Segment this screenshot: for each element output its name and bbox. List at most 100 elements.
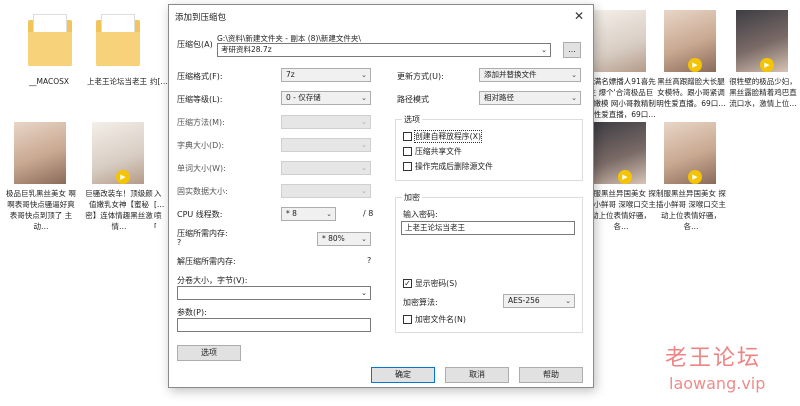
method-label: 压缩方法(M): bbox=[177, 118, 225, 127]
delete-after-checkbox[interactable]: 操作完成后删除源文件 bbox=[403, 161, 493, 172]
help-button[interactable]: 帮助 bbox=[519, 367, 583, 383]
video-thumbnail: ▶ bbox=[594, 122, 646, 184]
video-thumbnail: ▶ bbox=[92, 122, 144, 184]
tile-caption: 制服黑丝异国美女 探插小鲜哥 深喉口交主动上位表情好骚，各… bbox=[586, 189, 656, 231]
video-thumbnail: ▶ bbox=[736, 10, 788, 72]
cancel-button[interactable]: 取消 bbox=[445, 367, 509, 383]
tile-caption: __MACOSX bbox=[28, 77, 69, 86]
archive-name-combobox[interactable]: 考研资料28.7z ⌄ bbox=[217, 43, 551, 57]
explorer-tile[interactable]: 上老王论坛当老王 bbox=[82, 6, 152, 116]
play-icon: ▶ bbox=[116, 170, 130, 184]
archive-name-value: 考研资料28.7z bbox=[221, 45, 272, 54]
explorer-tile[interactable]: ▶ 很牲壁的极品少妇，黑丝露脸精着鸡巴直流口水，激情上位… bbox=[728, 6, 798, 116]
create-sfx-label: 创建自释放程序(X) bbox=[413, 130, 483, 143]
tile-caption: 露满名嫖播人91喜先生 爆个'合湾极品巨乳嫩模 网小哥教精制明性爱直播，69口… bbox=[586, 77, 656, 119]
password-value: 上老王论坛当老王 bbox=[405, 223, 465, 232]
path-mode-select[interactable]: 相对路径 ⌄ bbox=[479, 91, 581, 105]
update-select[interactable]: 添加并替换文件 ⌄ bbox=[479, 68, 581, 82]
browse-button[interactable]: ... bbox=[563, 42, 581, 58]
tile-caption: 极品巨乳黑丝美女 啊啊表哥快点骚逼好爽 表哥快点到顶了 主动… bbox=[6, 189, 76, 231]
format-label: 压缩格式(F): bbox=[177, 72, 223, 81]
solid-select: ⌄ bbox=[281, 184, 371, 198]
compress-shared-label: 压缩共享文件 bbox=[415, 147, 462, 156]
explorer-tile[interactable]: ▶ 巨骚改装车！顶级颜值嫩乳女神【蜜秘密】连体情趣黑丝激情… bbox=[84, 118, 154, 231]
split-combobox[interactable]: ⌄ bbox=[177, 286, 371, 300]
play-icon: ▶ bbox=[760, 58, 774, 72]
close-icon[interactable]: ✕ bbox=[571, 8, 587, 24]
method-select: ⌄ bbox=[281, 115, 371, 129]
chevron-down-icon: ⌄ bbox=[361, 94, 367, 102]
tile-caption: 黑丝高跟蹭脸大长腿女模特。跟小哥紧调明性爱直播。69口… bbox=[656, 77, 726, 108]
encryption-method-select[interactable]: AES-256 ⌄ bbox=[503, 294, 575, 308]
decompress-memory-value: ? bbox=[367, 256, 372, 265]
password-input[interactable]: 上老王论坛当老王 bbox=[401, 221, 575, 235]
play-icon: ▶ bbox=[688, 170, 702, 184]
password-label: 输入密码: bbox=[403, 210, 438, 219]
checkbox-box[interactable] bbox=[403, 315, 412, 324]
decompress-memory-label: 解压缩所需内存: bbox=[177, 257, 236, 266]
threads-total: / 8 bbox=[363, 209, 374, 218]
checkmark-icon[interactable]: ✓ bbox=[403, 279, 412, 288]
checkbox-box[interactable] bbox=[403, 147, 412, 156]
threads-value: * 8 bbox=[286, 209, 297, 218]
level-label: 压缩等级(L): bbox=[177, 95, 223, 104]
explorer-tile[interactable]: 极品巨乳黑丝美女 啊啊表哥快点骚逼好爽 表哥快点到顶了 主动… bbox=[6, 118, 76, 231]
chevron-down-icon: ⌄ bbox=[571, 71, 577, 79]
encryption-method-value: AES-256 bbox=[508, 296, 540, 305]
tile-caption: 制服黑丝异国美女 探插小鲜哥 深喉口交主动上位表情好骚，各… bbox=[656, 189, 726, 231]
dict-select: ⌄ bbox=[281, 138, 371, 152]
encryption-group-title: 加密 bbox=[402, 192, 422, 203]
chevron-down-icon: ⌄ bbox=[361, 118, 367, 126]
watermark-text: 老王论坛 bbox=[665, 346, 762, 371]
level-value: 0 - 仅存储 bbox=[286, 93, 321, 102]
encrypt-filenames-label: 加密文件名(N) bbox=[415, 315, 466, 324]
dialog-titlebar[interactable]: 添加到压缩包 ✕ bbox=[169, 5, 593, 27]
memory-select[interactable]: * 80% ⌄ bbox=[317, 232, 371, 246]
tile-caption: 很牲壁的极品少妇，黑丝露脸精着鸡巴直流口水，激情上位… bbox=[729, 77, 797, 108]
explorer-tile[interactable]: ▶ 制服黑丝异国美女 探插小鲜哥 深喉口交主动上位表情好骚，各… bbox=[656, 118, 726, 231]
explorer-tile[interactable]: ▶ 制服黑丝异国美女 探插小鲜哥 深喉口交主动上位表情好骚，各… bbox=[586, 118, 656, 231]
watermark-url: laowang.vip bbox=[669, 374, 766, 393]
solid-label: 固实数据大小: bbox=[177, 187, 228, 196]
show-password-checkbox[interactable]: ✓ 显示密码(S) bbox=[403, 278, 457, 289]
compress-shared-checkbox[interactable]: 压缩共享文件 bbox=[403, 146, 462, 157]
format-value: 7z bbox=[286, 70, 295, 79]
params-label: 参数(P): bbox=[177, 308, 207, 317]
chevron-down-icon: ⌄ bbox=[361, 141, 367, 149]
chevron-down-icon: ⌄ bbox=[326, 210, 332, 218]
folder-icon bbox=[96, 14, 140, 66]
explorer-tile[interactable]: __MACOSX bbox=[14, 6, 84, 116]
options-button[interactable]: 选项 bbox=[177, 345, 241, 361]
chevron-down-icon: ⌄ bbox=[361, 164, 367, 172]
level-select[interactable]: 0 - 仅存储 ⌄ bbox=[281, 91, 371, 105]
add-to-archive-dialog: 添加到压缩包 ✕ 压缩包(A) G:\资料\新建文件夹 - 副本 (8)\新建文… bbox=[168, 4, 594, 388]
update-label: 更新方式(U): bbox=[397, 72, 444, 81]
delete-after-label: 操作完成后删除源文件 bbox=[415, 162, 493, 171]
ok-button[interactable]: 确定 bbox=[371, 367, 435, 383]
word-label: 单词大小(W): bbox=[177, 164, 226, 173]
checkbox-box[interactable] bbox=[403, 132, 412, 141]
video-thumbnail: ▶ bbox=[664, 122, 716, 184]
format-select[interactable]: 7z ⌄ bbox=[281, 68, 371, 82]
video-thumbnail bbox=[14, 122, 66, 184]
video-thumbnail bbox=[594, 10, 646, 72]
chevron-down-icon: ⌄ bbox=[361, 71, 367, 79]
explorer-tile[interactable]: 约[… bbox=[150, 6, 170, 116]
explorer-tile[interactable]: 露满名嫖播人91喜先生 爆个'合湾极品巨乳嫩模 网小哥教精制明性爱直播，69口… bbox=[586, 6, 656, 119]
chevron-down-icon[interactable]: ⌄ bbox=[361, 287, 367, 299]
play-icon: ▶ bbox=[618, 170, 632, 184]
create-sfx-checkbox[interactable]: 创建自释放程序(X) bbox=[403, 130, 483, 143]
explorer-tile[interactable]: ▶ 黑丝高跟蹭脸大长腿女模特。跟小哥紧调明性爱直播。69口… bbox=[656, 6, 726, 116]
tile-caption: 巨骚改装车！顶级颜值嫩乳女神【蜜秘密】连体情趣黑丝激情… bbox=[85, 189, 153, 231]
tile-caption: 上老王论坛当老王 bbox=[87, 77, 147, 86]
encrypt-filenames-checkbox[interactable]: 加密文件名(N) bbox=[403, 314, 466, 325]
chevron-down-icon: ⌄ bbox=[571, 94, 577, 102]
memory-value: * 80% bbox=[322, 234, 345, 243]
params-input[interactable] bbox=[177, 318, 371, 332]
dialog-title: 添加到压缩包 bbox=[175, 13, 227, 23]
memory-unknown: ? bbox=[177, 238, 182, 247]
dict-label: 字典大小(D): bbox=[177, 141, 225, 150]
chevron-down-icon[interactable]: ⌄ bbox=[541, 44, 547, 56]
threads-select[interactable]: * 8 ⌄ bbox=[281, 207, 336, 221]
checkbox-box[interactable] bbox=[403, 162, 412, 171]
